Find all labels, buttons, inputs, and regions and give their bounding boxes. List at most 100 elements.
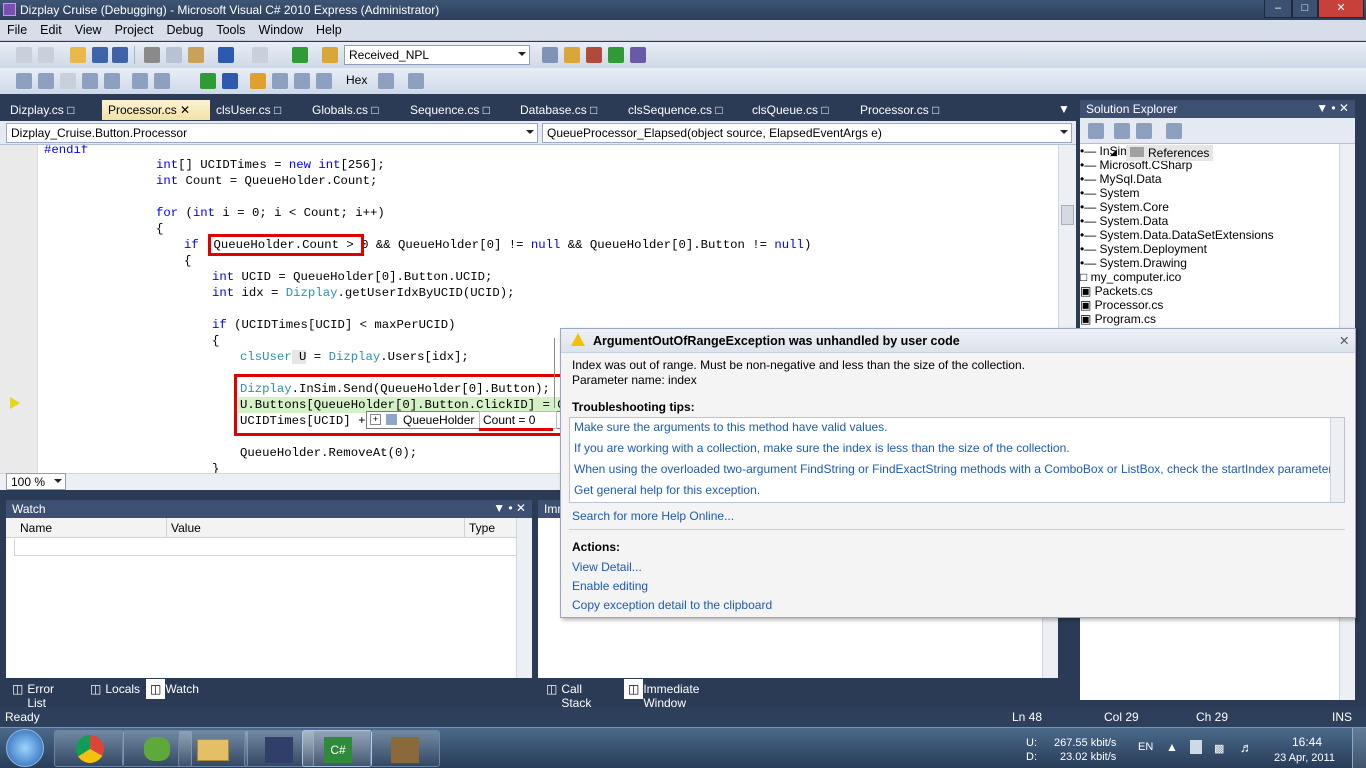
tip-link[interactable]: If you are working with a collection, ma… xyxy=(574,441,1070,455)
scroll-thumb[interactable] xyxy=(1061,205,1074,225)
close-icon[interactable]: ✕ xyxy=(1339,333,1349,348)
tab-clsqueue[interactable]: clsQueue.cs □ xyxy=(746,100,835,120)
menu-project[interactable]: Project xyxy=(108,20,160,37)
add-item-icon[interactable] xyxy=(38,47,54,63)
enable-editing-link[interactable]: Enable editing xyxy=(572,579,648,593)
view-code-icon[interactable] xyxy=(1166,123,1182,139)
menu-debug[interactable]: Debug xyxy=(159,20,209,37)
show-all-files-icon[interactable] xyxy=(1114,123,1130,139)
ref-item[interactable]: •— System xyxy=(1080,186,1355,200)
references-node[interactable]: References xyxy=(1126,145,1214,161)
view-detail-link[interactable]: View Detail... xyxy=(572,560,642,574)
tab-watch[interactable]: ◫ Watch xyxy=(146,679,199,699)
tray-expand-icon[interactable]: ▲ xyxy=(1166,740,1178,754)
tips-scrollbar[interactable] xyxy=(1330,418,1344,502)
network-icon[interactable]: ▩ xyxy=(1214,742,1224,755)
ref-item[interactable]: •— System.Deployment xyxy=(1080,242,1355,256)
configuration-icon[interactable] xyxy=(322,47,338,63)
step-over-icon[interactable] xyxy=(294,73,310,89)
taskbar-visual-csharp[interactable]: C# xyxy=(302,730,372,767)
menu-tools[interactable]: Tools xyxy=(209,20,251,37)
ref-item[interactable]: •— System.Data xyxy=(1080,214,1355,228)
show-next-statement-icon[interactable] xyxy=(250,73,266,89)
toolbox-icon[interactable] xyxy=(608,47,624,63)
pin-icon[interactable] xyxy=(386,414,397,425)
tab-processor-active[interactable]: Processor.cs ✕ xyxy=(102,100,210,120)
copy-exception-link[interactable]: Copy exception detail to the clipboard xyxy=(572,598,772,612)
indent-icon[interactable] xyxy=(16,73,32,89)
show-desktop-button[interactable] xyxy=(1352,728,1366,768)
watch-col-value[interactable]: Value xyxy=(166,518,205,538)
refresh-icon[interactable] xyxy=(1136,123,1152,139)
find-icon[interactable] xyxy=(542,47,558,63)
search-help-link[interactable]: Search for more Help Online... xyxy=(572,509,734,523)
copy-icon[interactable] xyxy=(166,47,182,63)
tab-call-stack[interactable]: ◫ Call Stack xyxy=(542,679,591,710)
ref-item[interactable]: •— MySql.Data xyxy=(1080,172,1355,186)
continue-icon[interactable] xyxy=(200,73,216,89)
file-item[interactable]: □ my_computer.ico xyxy=(1080,270,1355,284)
breakpoints-icon[interactable] xyxy=(378,73,394,89)
start-button[interactable] xyxy=(6,729,44,767)
maximize-button[interactable]: □ xyxy=(1292,0,1318,18)
menu-view[interactable]: View xyxy=(68,20,108,37)
watch-col-type[interactable]: Type xyxy=(464,518,499,538)
comment-icon[interactable] xyxy=(132,73,148,89)
ref-item[interactable]: •— Microsoft.CSharp xyxy=(1080,158,1355,172)
tab-globals[interactable]: Globals.cs □ xyxy=(306,100,385,120)
taskbar-game[interactable] xyxy=(370,730,440,767)
tab-dizplay[interactable]: Dizplay.cs □ xyxy=(4,100,80,120)
redo-icon[interactable] xyxy=(252,47,268,63)
configuration-combo[interactable]: Received_NPL xyxy=(344,45,530,65)
pointer-icon[interactable] xyxy=(60,73,76,89)
tab-processor-2[interactable]: Processor.cs □ xyxy=(854,100,945,120)
file-item[interactable]: ▣ Processor.cs xyxy=(1080,298,1355,312)
member-combo[interactable]: QueueProcessor_Elapsed(object source, El… xyxy=(542,123,1072,143)
devices-icon[interactable] xyxy=(1190,740,1202,754)
tab-locals[interactable]: ◫ Locals xyxy=(86,679,140,699)
ref-item[interactable]: •— InSimDotNet xyxy=(1080,144,1355,158)
save-icon[interactable] xyxy=(92,47,108,63)
tab-error-list[interactable]: ◫ Error List xyxy=(8,679,54,710)
zoom-combo[interactable]: 100 % xyxy=(6,473,66,490)
save-all-icon[interactable] xyxy=(112,47,128,63)
tip-link[interactable]: Get general help for this exception. xyxy=(574,483,760,497)
step-out-icon[interactable] xyxy=(316,73,332,89)
ref-item[interactable]: •— System.Data.DataSetExtensions xyxy=(1080,228,1355,242)
step-into-icon[interactable] xyxy=(272,73,288,89)
panel-controls-icon[interactable]: ▼ • ✕ xyxy=(493,501,526,515)
new-project-icon[interactable] xyxy=(16,47,32,63)
tab-clsuser[interactable]: clsUser.cs □ xyxy=(210,100,287,120)
watch-vertical-scrollbar[interactable] xyxy=(516,518,532,678)
tab-database[interactable]: Database.cs □ xyxy=(514,100,603,120)
aa-icon[interactable] xyxy=(82,73,98,89)
windows-icon[interactable] xyxy=(408,73,424,89)
close-tab-icon[interactable]: ✕ xyxy=(180,103,190,117)
close-window-button[interactable]: ✕ xyxy=(1318,0,1364,18)
properties-icon[interactable] xyxy=(1088,123,1104,139)
menu-file[interactable]: File xyxy=(0,20,33,37)
watch-col-name[interactable]: Name xyxy=(20,521,52,535)
hex-button[interactable]: Hex xyxy=(346,73,367,87)
undo-icon[interactable] xyxy=(218,47,234,63)
file-item[interactable]: ▣ Program.cs xyxy=(1080,312,1355,326)
datatip[interactable]: + QueueHolder Count = 0 xyxy=(366,411,562,431)
watch-empty-row[interactable] xyxy=(14,539,516,556)
menu-help[interactable]: Help xyxy=(309,20,348,37)
panel-controls-icon[interactable]: ▼ • ✕ xyxy=(1316,101,1349,115)
tab-dropdown-icon[interactable]: ▼ xyxy=(1058,102,1070,116)
file-item[interactable]: ▣ Packets.cs xyxy=(1080,284,1355,298)
ref-item[interactable]: •— System.Drawing xyxy=(1080,256,1355,270)
collapse-icon[interactable]: ◢ xyxy=(1110,147,1117,158)
clock-time[interactable]: 16:44 xyxy=(1292,735,1322,749)
cut-icon[interactable] xyxy=(144,47,160,63)
solution-explorer-icon[interactable] xyxy=(564,47,580,63)
tab-clssequence[interactable]: clsSequence.cs □ xyxy=(622,100,729,120)
list-icon[interactable] xyxy=(104,73,120,89)
ref-item[interactable]: •— System.Core xyxy=(1080,200,1355,214)
stop-debug-icon[interactable] xyxy=(222,73,238,89)
tab-sequence[interactable]: Sequence.cs □ xyxy=(404,100,496,120)
open-file-icon[interactable] xyxy=(70,47,86,63)
clock-date[interactable]: 23 Apr, 2011 xyxy=(1274,752,1335,764)
type-combo[interactable]: Dizplay_Cruise.Button.Processor xyxy=(6,123,538,143)
